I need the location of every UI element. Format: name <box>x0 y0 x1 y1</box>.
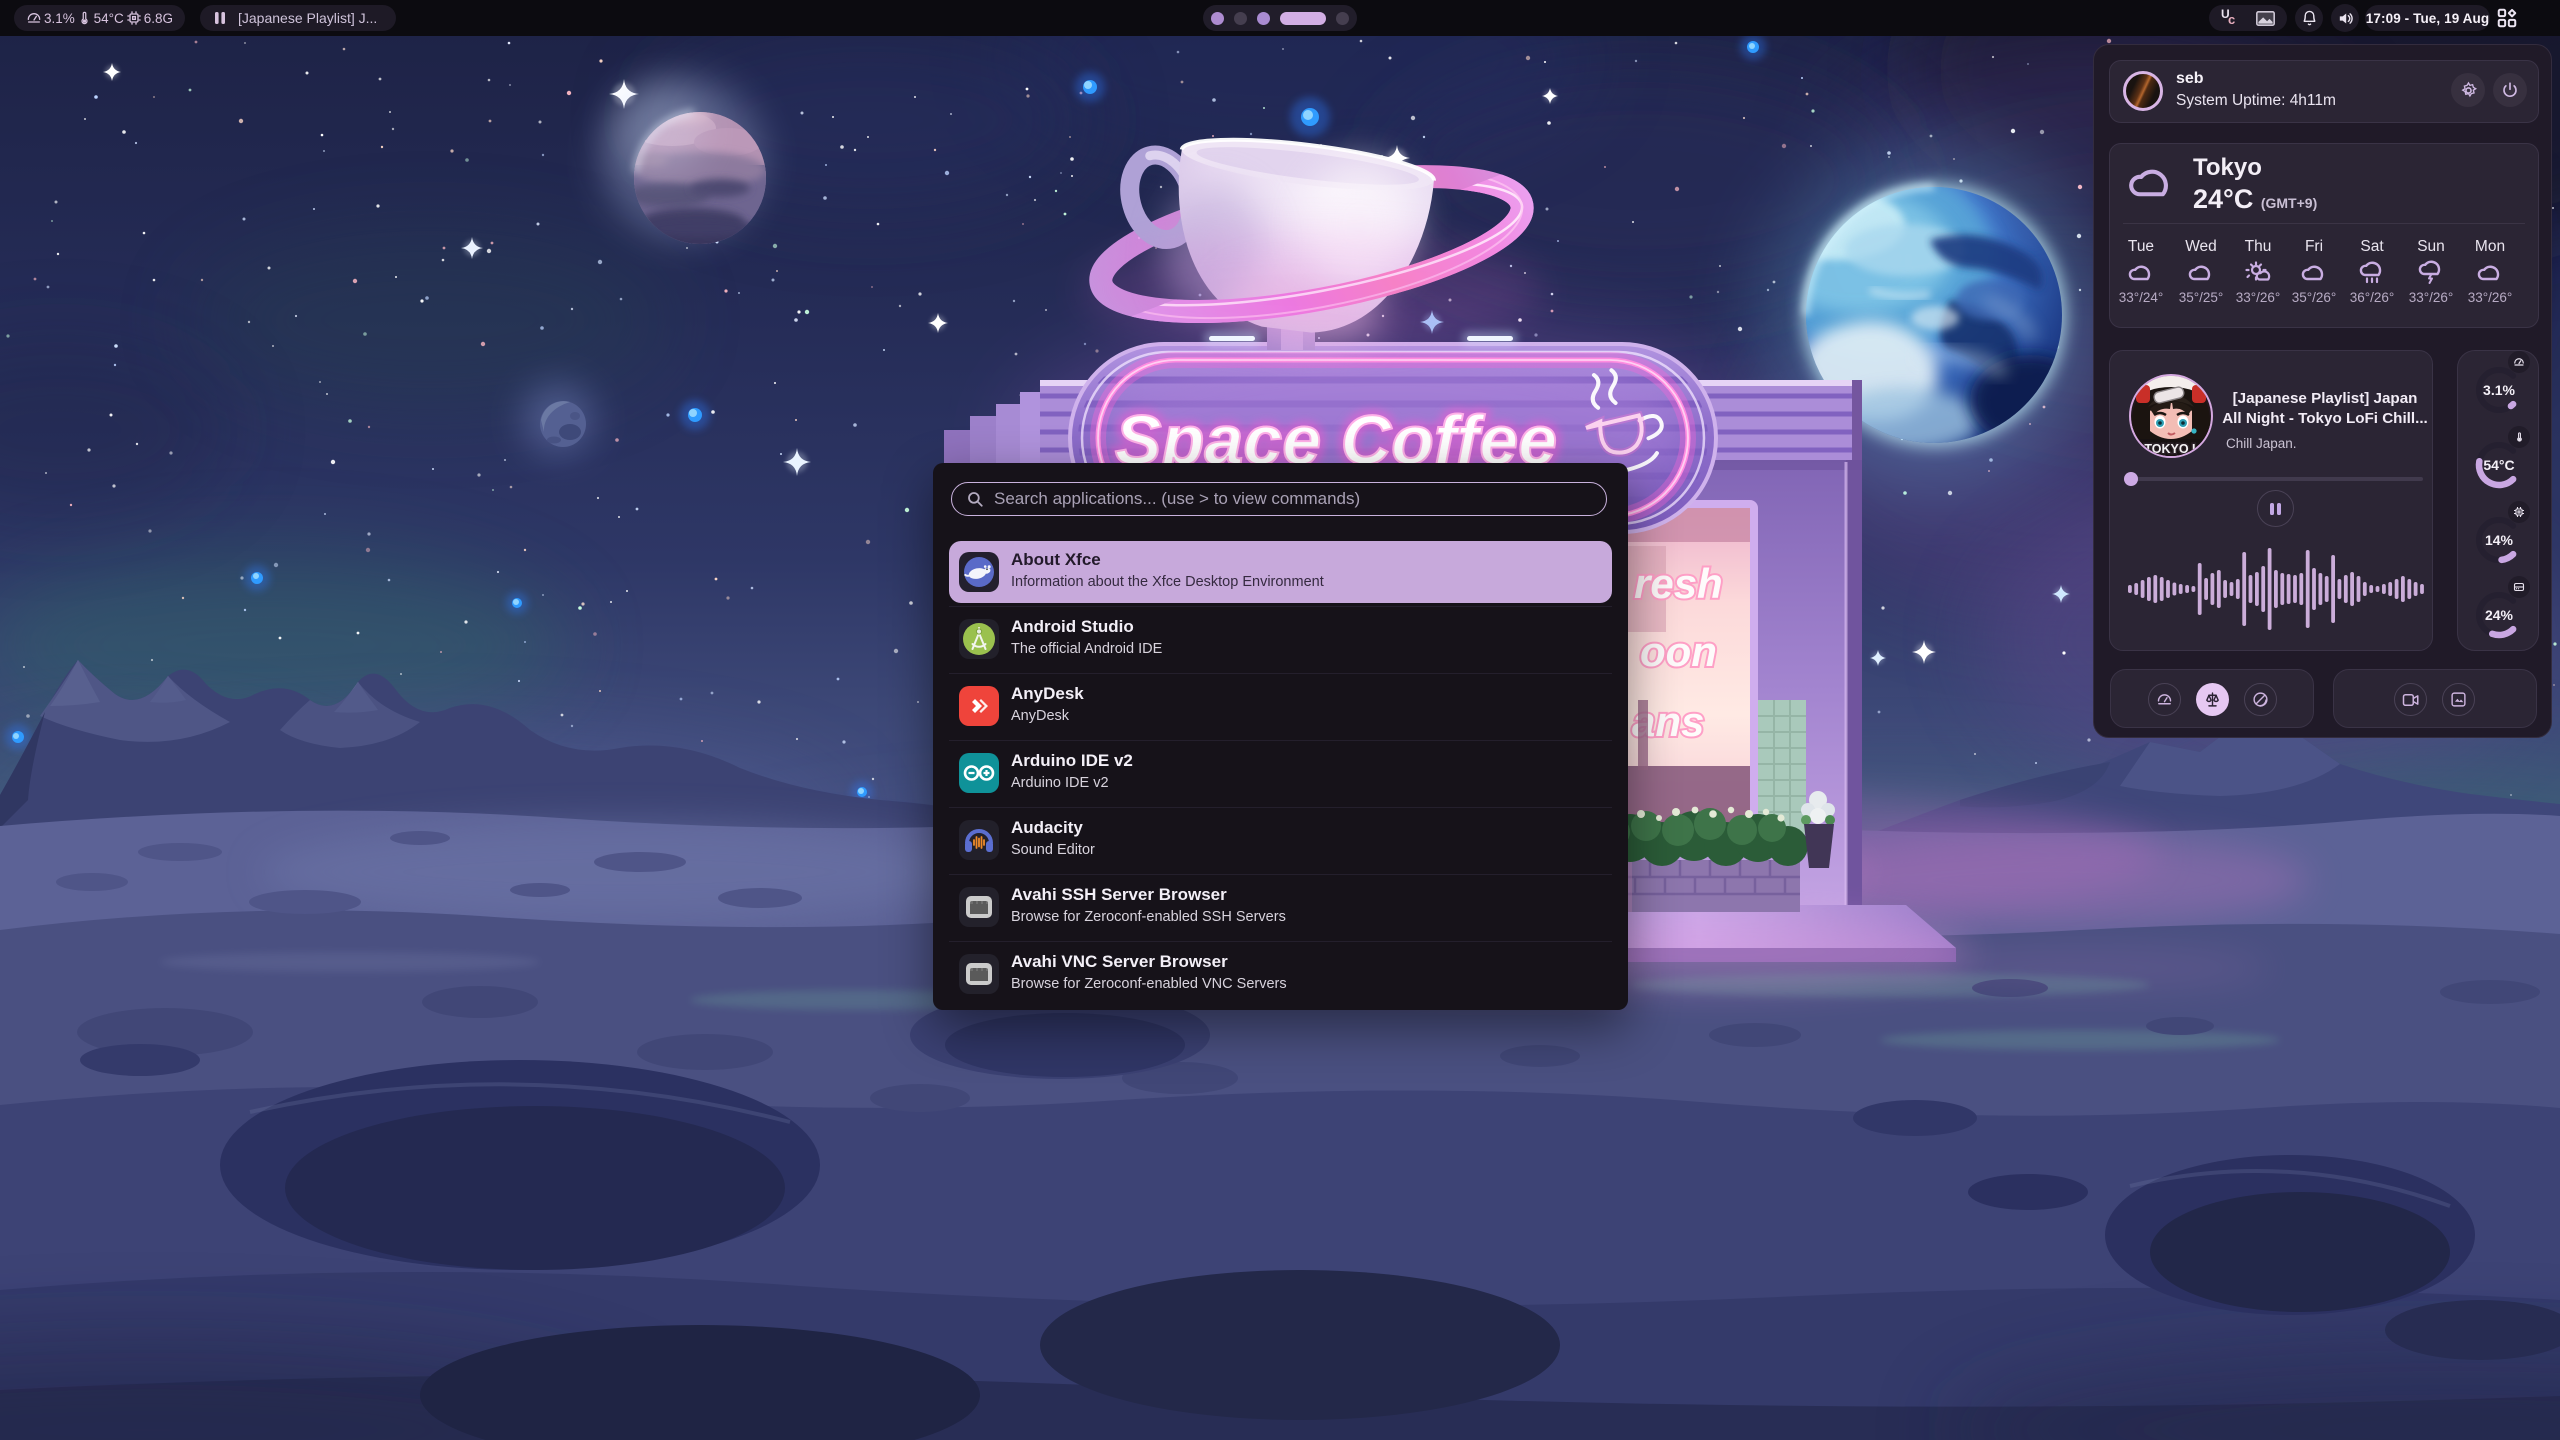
svg-text:resh: resh <box>1634 560 1723 607</box>
svg-text:oon: oon <box>1640 628 1717 675</box>
svg-text:TOKYO L: TOKYO L <box>2144 442 2200 456</box>
